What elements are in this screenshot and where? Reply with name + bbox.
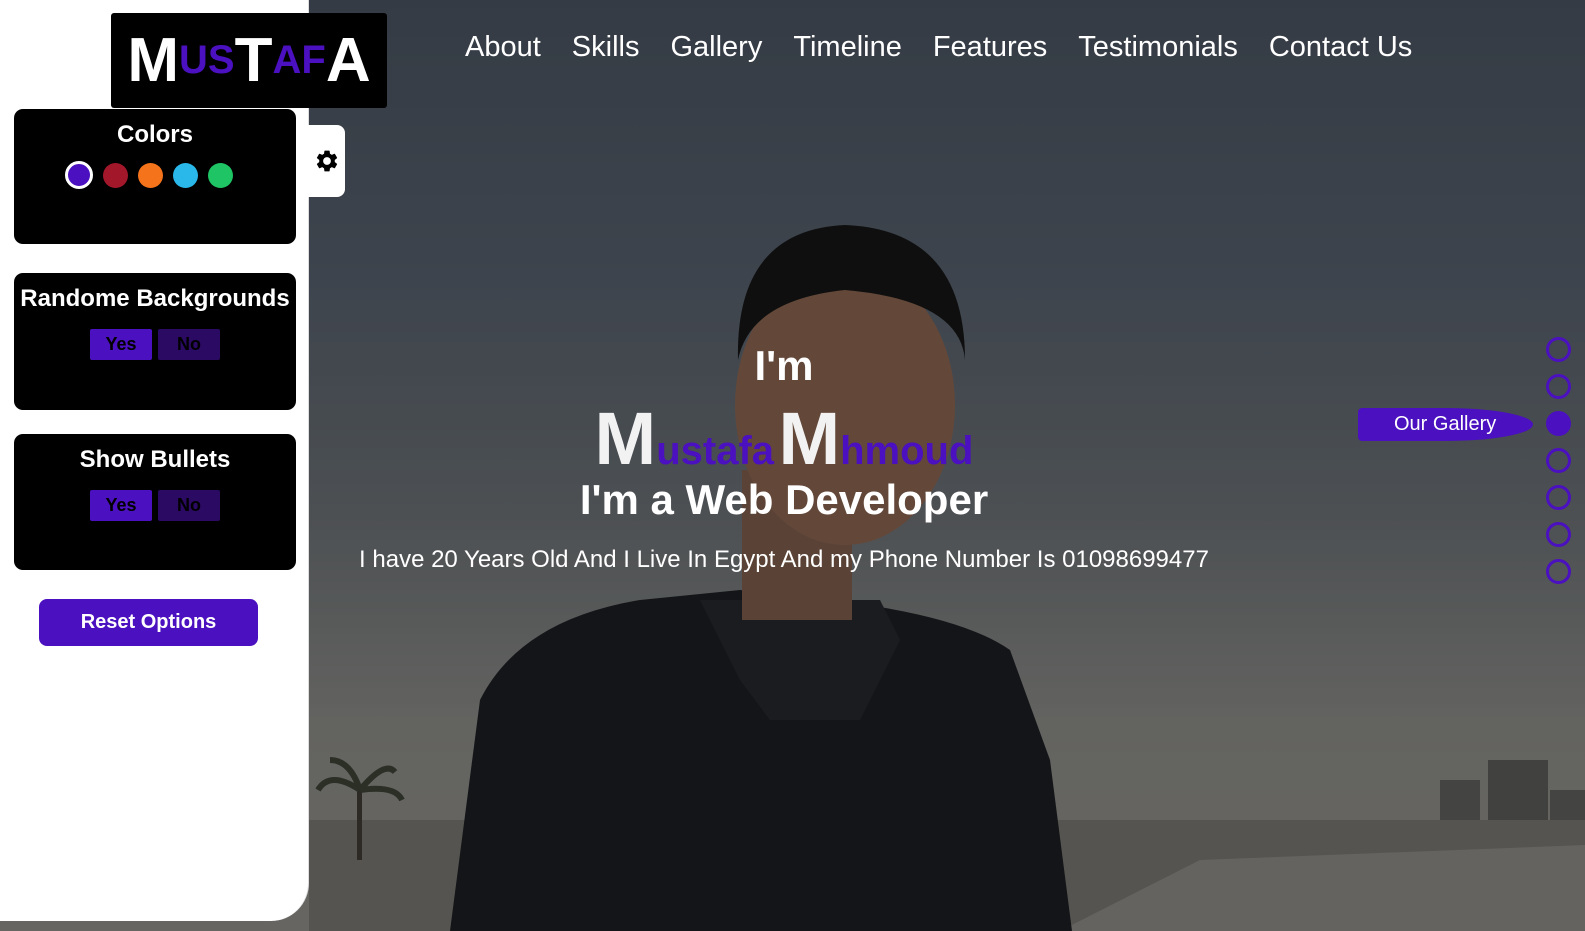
reset-options-button[interactable]: Reset Options	[39, 599, 258, 646]
random-backgrounds-no-button[interactable]: No	[158, 329, 220, 360]
hero-role: I'm a Web Developer	[579, 476, 989, 523]
show-bullets-title: Show Bullets	[79, 446, 231, 473]
hero-last-initial: M	[778, 397, 841, 480]
nav-link-contact[interactable]: Contact Us	[1269, 31, 1412, 64]
nav-link-gallery[interactable]: Gallery	[670, 31, 762, 64]
nav-link-about[interactable]: About	[465, 31, 541, 64]
nav-bullet[interactable]	[1546, 485, 1571, 510]
logo-letter: M	[127, 26, 180, 95]
site-logo[interactable]: M US T AF A	[111, 13, 387, 108]
nav-bullet[interactable]	[1546, 559, 1571, 584]
random-backgrounds-yes-button[interactable]: Yes	[90, 329, 152, 360]
hero-greeting: I'm	[754, 342, 814, 389]
hero-name: Mustafa Mhmoud	[309, 396, 1259, 481]
nav-link-timeline[interactable]: Timeline	[793, 31, 902, 64]
hero-first-rest: ustafa	[656, 429, 775, 473]
gear-icon	[316, 150, 337, 172]
nav-bullets	[1546, 337, 1571, 584]
colors-option-box: Colors	[14, 109, 296, 244]
nav-link-skills[interactable]: Skills	[572, 31, 640, 64]
settings-panel: Colors Randome Backgrounds Yes No Show B…	[0, 0, 309, 921]
logo-letter: AF	[272, 38, 326, 82]
hero-last-rest: hmoud	[840, 429, 974, 473]
logo-letter: A	[325, 26, 371, 95]
hero-description: I have 20 Years Old And I Live In Egypt …	[359, 546, 1209, 573]
nav-bullet[interactable]	[1546, 411, 1571, 436]
logo-letter: US	[179, 38, 235, 82]
nav-link-testimonials[interactable]: Testimonials	[1078, 31, 1238, 64]
nav-bullet[interactable]	[1546, 448, 1571, 473]
show-bullets-yes-button[interactable]: Yes	[90, 490, 152, 521]
color-swatch[interactable]	[208, 163, 233, 188]
logo-letter: T	[234, 26, 273, 95]
random-backgrounds-option-box: Randome Backgrounds Yes No	[14, 273, 296, 410]
nav-bullet[interactable]	[1546, 337, 1571, 362]
color-swatches	[2, 161, 296, 189]
color-swatch[interactable]	[65, 161, 93, 189]
nav-link-features[interactable]: Features	[933, 31, 1047, 64]
main-nav: About Skills Gallery Timeline Features T…	[465, 31, 1412, 64]
color-swatch[interactable]	[173, 163, 198, 188]
show-bullets-option-box: Show Bullets Yes No	[14, 434, 296, 570]
show-bullets-no-button[interactable]: No	[158, 490, 220, 521]
color-swatch[interactable]	[103, 163, 128, 188]
settings-toggle-button[interactable]	[308, 125, 345, 197]
random-backgrounds-title: Randome Backgrounds	[20, 285, 290, 312]
nav-bullet[interactable]	[1546, 522, 1571, 547]
nav-bullet[interactable]	[1546, 374, 1571, 399]
colors-title: Colors	[116, 121, 193, 148]
hero-first-initial: M	[594, 397, 657, 480]
bullet-tooltip: Our Gallery	[1358, 408, 1533, 441]
color-swatch[interactable]	[138, 163, 163, 188]
